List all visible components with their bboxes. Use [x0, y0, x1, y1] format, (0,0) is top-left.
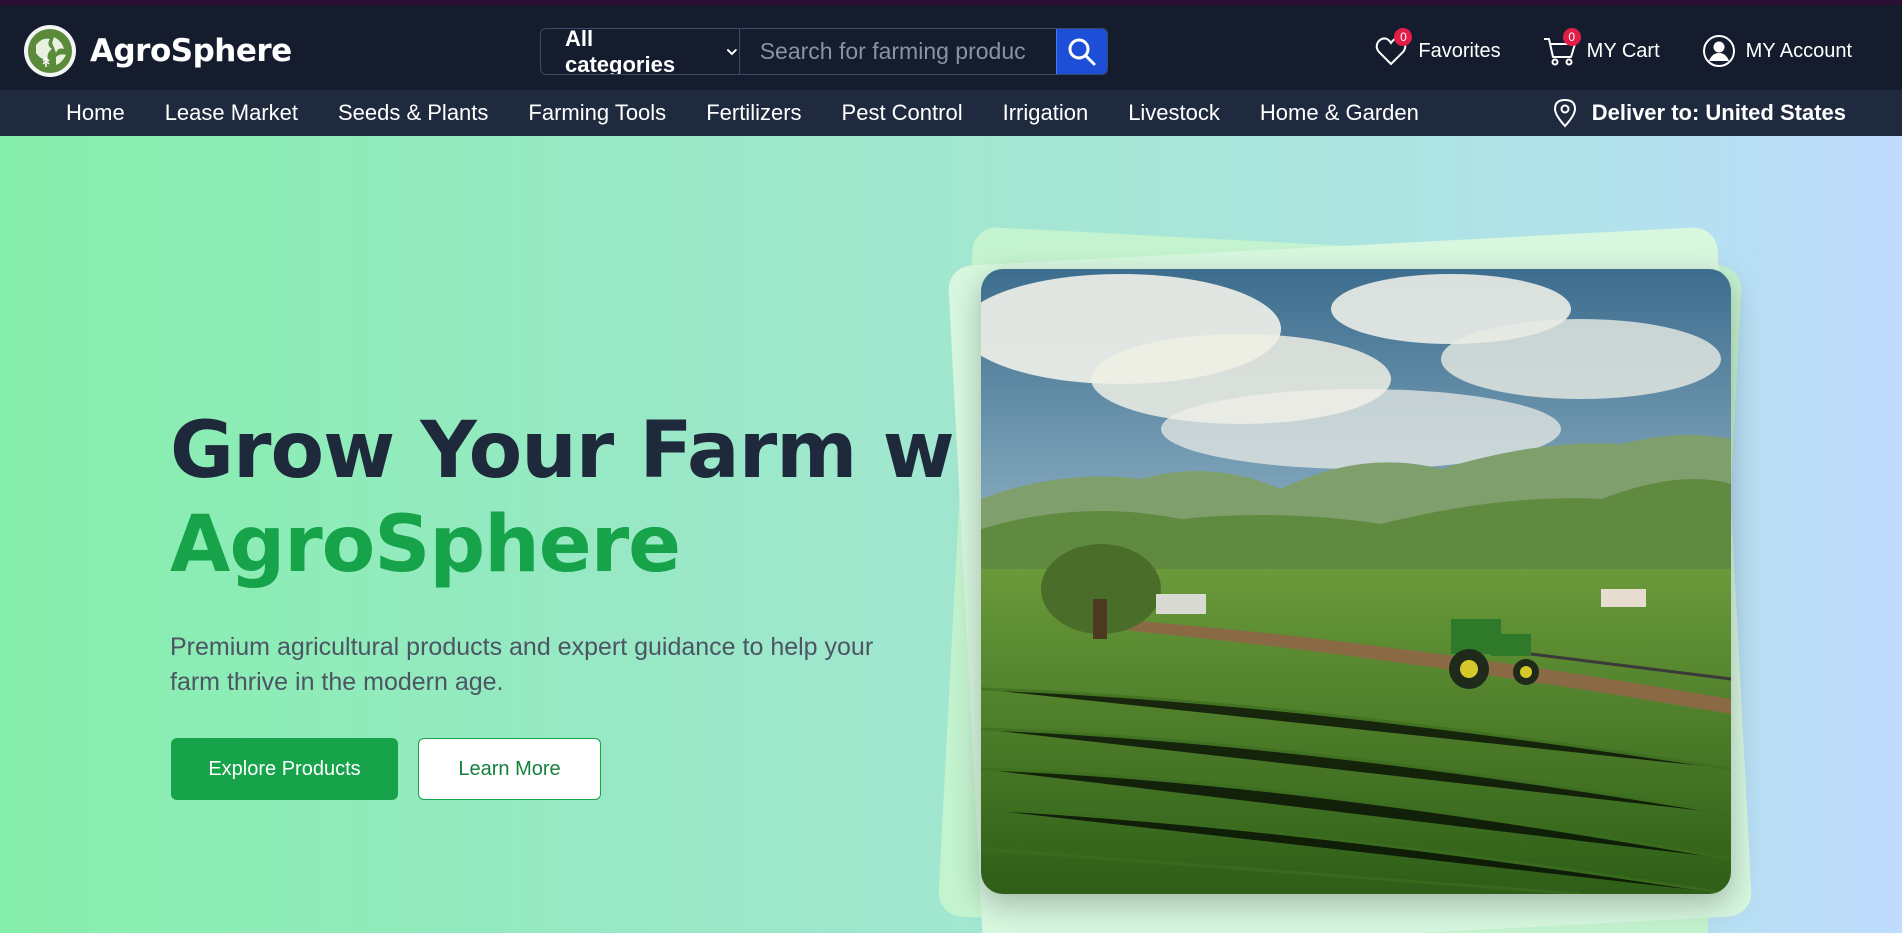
- favorites-count-badge: 0: [1394, 28, 1413, 46]
- search-bar: All categories: [540, 28, 1108, 75]
- hero-section: Grow Your Farm with AgroSphere Premium a…: [0, 136, 1902, 933]
- category-nav: Home Lease Market Seeds & Plants Farming…: [0, 90, 1902, 136]
- account-link[interactable]: MY Account: [1700, 32, 1852, 70]
- nav-item-pest-control[interactable]: Pest Control: [842, 100, 963, 126]
- nav-item-lease-market[interactable]: Lease Market: [165, 100, 298, 126]
- deliver-label: Deliver to: United States: [1591, 100, 1846, 125]
- explore-products-button[interactable]: Explore Products: [171, 738, 398, 800]
- category-select[interactable]: All categories: [541, 29, 740, 74]
- favorites-label: Favorites: [1418, 39, 1501, 62]
- category-select-label: All categories: [565, 28, 676, 75]
- nav-item-farming-tools[interactable]: Farming Tools: [528, 100, 666, 126]
- hero-subtext: Premium agricultural products and expert…: [170, 633, 874, 696]
- search-input[interactable]: [739, 29, 1056, 74]
- hero-headline-line1: Grow Your Farm with: [170, 406, 1071, 496]
- nav-items: Home Lease Market Seeds & Plants Farming…: [66, 90, 1459, 136]
- map-pin-icon: [1553, 98, 1576, 128]
- learn-more-button[interactable]: Learn More: [418, 738, 601, 800]
- chevron-down-icon: [726, 48, 737, 55]
- deliver-location[interactable]: Deliver to: United States: [1552, 90, 1846, 136]
- header-actions: 0 Favorites 0 MY Cart MY Account: [1332, 27, 1852, 75]
- account-label: MY Account: [1745, 39, 1852, 62]
- cart-link[interactable]: 0 MY Cart: [1541, 28, 1660, 70]
- user-icon: [1702, 35, 1735, 67]
- cart-label: MY Cart: [1586, 39, 1660, 62]
- hero-headline-line2: AgroSphere: [170, 500, 681, 590]
- nav-item-livestock[interactable]: Livestock: [1128, 100, 1220, 126]
- brand-logo[interactable]: AgroSphere: [24, 25, 292, 77]
- favorites-link[interactable]: 0 Favorites: [1372, 28, 1501, 70]
- brand-name: AgroSphere: [90, 33, 292, 69]
- nav-item-fertilizers[interactable]: Fertilizers: [706, 100, 801, 126]
- search-icon: [1068, 38, 1096, 65]
- nav-item-home-garden[interactable]: Home & Garden: [1260, 100, 1419, 126]
- search-button[interactable]: [1055, 29, 1107, 74]
- cart-count-badge: 0: [1562, 28, 1581, 46]
- site-header: AgroSphere All categories 0 Favorites: [0, 5, 1902, 90]
- globe-leaf-icon: [24, 25, 76, 77]
- nav-item-irrigation[interactable]: Irrigation: [1003, 100, 1089, 126]
- nav-item-home[interactable]: Home: [66, 100, 125, 126]
- hero-farm-image: [981, 269, 1731, 894]
- nav-item-seeds-plants[interactable]: Seeds & Plants: [338, 100, 488, 126]
